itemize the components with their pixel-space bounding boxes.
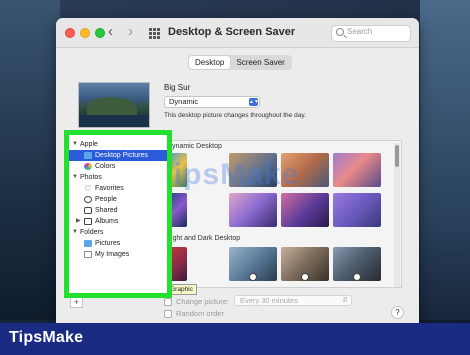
tab-control: Desktop Screen Saver bbox=[188, 55, 292, 70]
dynamic-mode-select[interactable]: Dynamic ▲▼ bbox=[164, 96, 260, 108]
chevron-down-icon[interactable]: ▼ bbox=[72, 172, 78, 183]
window-title: Desktop & Screen Saver bbox=[168, 26, 296, 38]
updown-chevron-icon: ⇵ bbox=[342, 297, 348, 304]
zoom-button[interactable] bbox=[95, 28, 105, 38]
desktop-background-right bbox=[420, 0, 470, 320]
sidebar-item-albums[interactable]: ▶ Albums bbox=[69, 216, 167, 227]
chevron-down-icon[interactable]: ▼ bbox=[72, 139, 78, 150]
folder-icon bbox=[84, 251, 92, 258]
chevron-right-icon[interactable]: ▶ bbox=[76, 216, 81, 227]
interval-select[interactable]: Every 30 minutes ⇵ bbox=[234, 295, 352, 306]
folder-icon bbox=[84, 152, 92, 159]
wallpaper-thumbnail[interactable] bbox=[229, 193, 277, 227]
sidebar-item-my-images[interactable]: My Images bbox=[69, 249, 167, 260]
wallpaper-thumbnail[interactable] bbox=[333, 153, 381, 187]
dynamic-mode-value: Dynamic bbox=[169, 97, 199, 106]
section-light-dark-desktop: Light and Dark Desktop bbox=[167, 235, 241, 242]
sidebar-item-favorites[interactable]: ♡ Favorites bbox=[69, 183, 167, 194]
updown-chevron-icon: ▲▼ bbox=[249, 98, 259, 106]
random-order-label: Random order bbox=[176, 309, 224, 318]
light-dark-toggle-icon bbox=[249, 273, 257, 281]
search-icon bbox=[336, 28, 344, 36]
desktop-preview-image bbox=[78, 82, 150, 128]
sidebar-item-pictures[interactable]: Pictures bbox=[69, 238, 167, 249]
change-picture-checkbox[interactable] bbox=[164, 298, 172, 306]
help-button[interactable]: ? bbox=[391, 306, 404, 319]
scrollbar-thumb[interactable] bbox=[395, 145, 399, 167]
picture-description: This desktop picture changes throughout … bbox=[164, 112, 306, 119]
folder-icon bbox=[84, 240, 92, 247]
wallpaper-thumbnail[interactable] bbox=[333, 193, 381, 227]
wallpaper-thumbnail[interactable] bbox=[333, 247, 381, 281]
back-chevron-icon[interactable]: ‹ bbox=[108, 24, 113, 40]
scrollbar[interactable] bbox=[394, 143, 400, 287]
interval-value: Every 30 minutes bbox=[240, 296, 298, 305]
tab-desktop[interactable]: Desktop bbox=[189, 56, 231, 69]
title-bar: ‹ › Desktop & Screen Saver bbox=[56, 18, 419, 48]
section-dynamic-desktop: Dynamic Desktop bbox=[167, 143, 222, 150]
color-wheel-icon bbox=[84, 163, 92, 170]
search-input[interactable] bbox=[347, 27, 407, 36]
sidebar-item-people[interactable]: People bbox=[69, 194, 167, 205]
light-dark-toggle-icon bbox=[301, 273, 309, 281]
desktop-background-left bbox=[0, 0, 60, 320]
watermark-text: TipsMake bbox=[155, 158, 300, 191]
sidebar-group-folders[interactable]: ▼ Folders bbox=[69, 227, 167, 238]
brand-footer: TipsMake bbox=[0, 323, 470, 355]
sidebar-item-desktop-pictures[interactable]: Desktop Pictures bbox=[69, 150, 167, 161]
forward-chevron-icon[interactable]: › bbox=[128, 24, 133, 40]
show-all-grid-icon[interactable] bbox=[149, 28, 160, 39]
sidebar-item-colors[interactable]: Colors bbox=[69, 161, 167, 172]
sidebar-group-apple[interactable]: ▼ Apple bbox=[69, 139, 167, 150]
chevron-down-icon[interactable]: ▼ bbox=[72, 227, 78, 238]
search-field[interactable] bbox=[331, 25, 411, 42]
random-order-checkbox[interactable] bbox=[164, 310, 172, 318]
wallpaper-thumbnail[interactable] bbox=[229, 247, 277, 281]
album-icon bbox=[84, 218, 92, 225]
sidebar-group-photos[interactable]: ▼ Photos bbox=[69, 172, 167, 183]
brand-logo-text: TipsMake bbox=[9, 329, 84, 346]
wallpaper-thumbnail[interactable] bbox=[281, 247, 329, 281]
source-sidebar: ▼ Apple Desktop Pictures Colors ▼ Photos… bbox=[64, 130, 172, 298]
sidebar-item-shared[interactable]: Shared bbox=[69, 205, 167, 216]
heart-icon: ♡ bbox=[84, 184, 92, 193]
change-picture-label: Change picture: bbox=[176, 297, 229, 306]
light-dark-toggle-icon bbox=[353, 273, 361, 281]
close-button[interactable] bbox=[65, 28, 75, 38]
shared-icon bbox=[84, 207, 92, 214]
tab-screen-saver[interactable]: Screen Saver bbox=[230, 56, 290, 69]
minimize-button[interactable] bbox=[80, 28, 90, 38]
person-icon bbox=[84, 196, 92, 203]
wallpaper-thumbnail[interactable] bbox=[281, 193, 329, 227]
picture-name: Big Sur bbox=[164, 83, 191, 92]
